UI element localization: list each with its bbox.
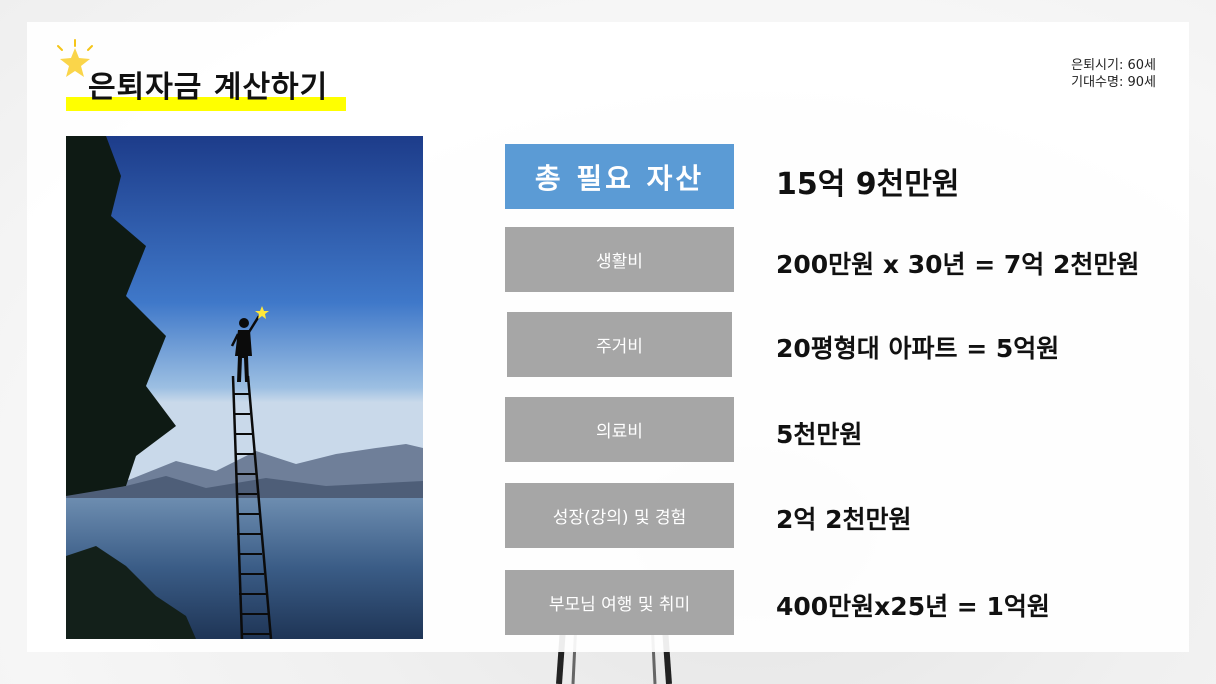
- living-cost-label: 생활비: [505, 227, 734, 292]
- parents-travel-hobby-value: 400만원x25년 = 1억원: [776, 592, 1050, 621]
- medical-cost-label: 의료비: [505, 397, 734, 462]
- living-cost-value: 200만원 x 30년 = 7억 2천만원: [776, 250, 1140, 279]
- total-assets-label: 총 필요 자산: [505, 144, 734, 209]
- growth-experience-value: 2억 2천만원: [776, 505, 912, 534]
- retirement-assumptions: 은퇴시기: 60세 기대수명: 90세: [1071, 57, 1156, 91]
- growth-experience-label: 성장(강의) 및 경험: [505, 483, 734, 548]
- medical-cost-value: 5천만원: [776, 420, 863, 449]
- parents-travel-hobby-label: 부모님 여행 및 취미: [505, 570, 734, 635]
- total-assets-value: 15억 9천만원: [776, 167, 960, 202]
- life-expectancy-text: 기대수명: 90세: [1071, 75, 1156, 90]
- housing-cost-label: 주거비: [507, 312, 732, 377]
- retire-age-text: 은퇴시기: 60세: [1071, 58, 1156, 73]
- page-title: 은퇴자금 계산하기: [88, 70, 329, 105]
- housing-cost-value: 20평형대 아파트 = 5억원: [776, 334, 1060, 363]
- ladder-photo: [66, 136, 423, 639]
